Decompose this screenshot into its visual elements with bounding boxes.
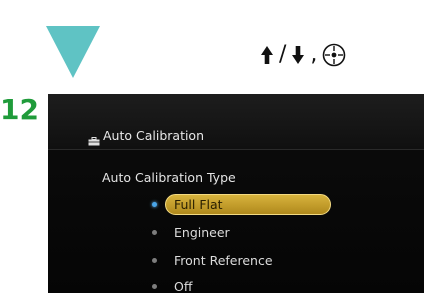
option-engineer[interactable]: Engineer: [152, 222, 332, 244]
option-front-reference[interactable]: Front Reference: [152, 250, 332, 272]
option-dot-icon: [152, 258, 157, 263]
option-label: Full Flat: [174, 197, 223, 212]
menu-header: Auto Calibration: [48, 94, 424, 150]
menu-title: Auto Calibration: [103, 128, 205, 143]
option-full-flat[interactable]: Full Flat: [152, 194, 332, 216]
toolbox-icon: [88, 131, 100, 150]
nav-separator-slash: /: [279, 42, 287, 67]
enter-button-icon: [322, 43, 346, 67]
navigation-hint: / ,: [260, 40, 346, 70]
option-off[interactable]: Off: [152, 276, 332, 298]
menu-screen: Auto Calibration Auto Calibration Type F…: [48, 94, 424, 294]
option-label: Engineer: [174, 225, 230, 240]
section-label: Auto Calibration Type: [102, 170, 236, 185]
nav-separator-comma: ,: [310, 42, 318, 67]
arrow-down-icon: [291, 45, 305, 65]
selection-dot-icon: [152, 202, 157, 207]
option-dot-icon: [152, 230, 157, 235]
arrow-up-icon: [260, 45, 274, 65]
option-label: Front Reference: [174, 253, 273, 268]
step-number: 12: [0, 93, 39, 126]
step-triangle-marker: [46, 26, 100, 78]
option-label: Off: [174, 279, 193, 294]
option-dot-icon: [152, 284, 157, 289]
